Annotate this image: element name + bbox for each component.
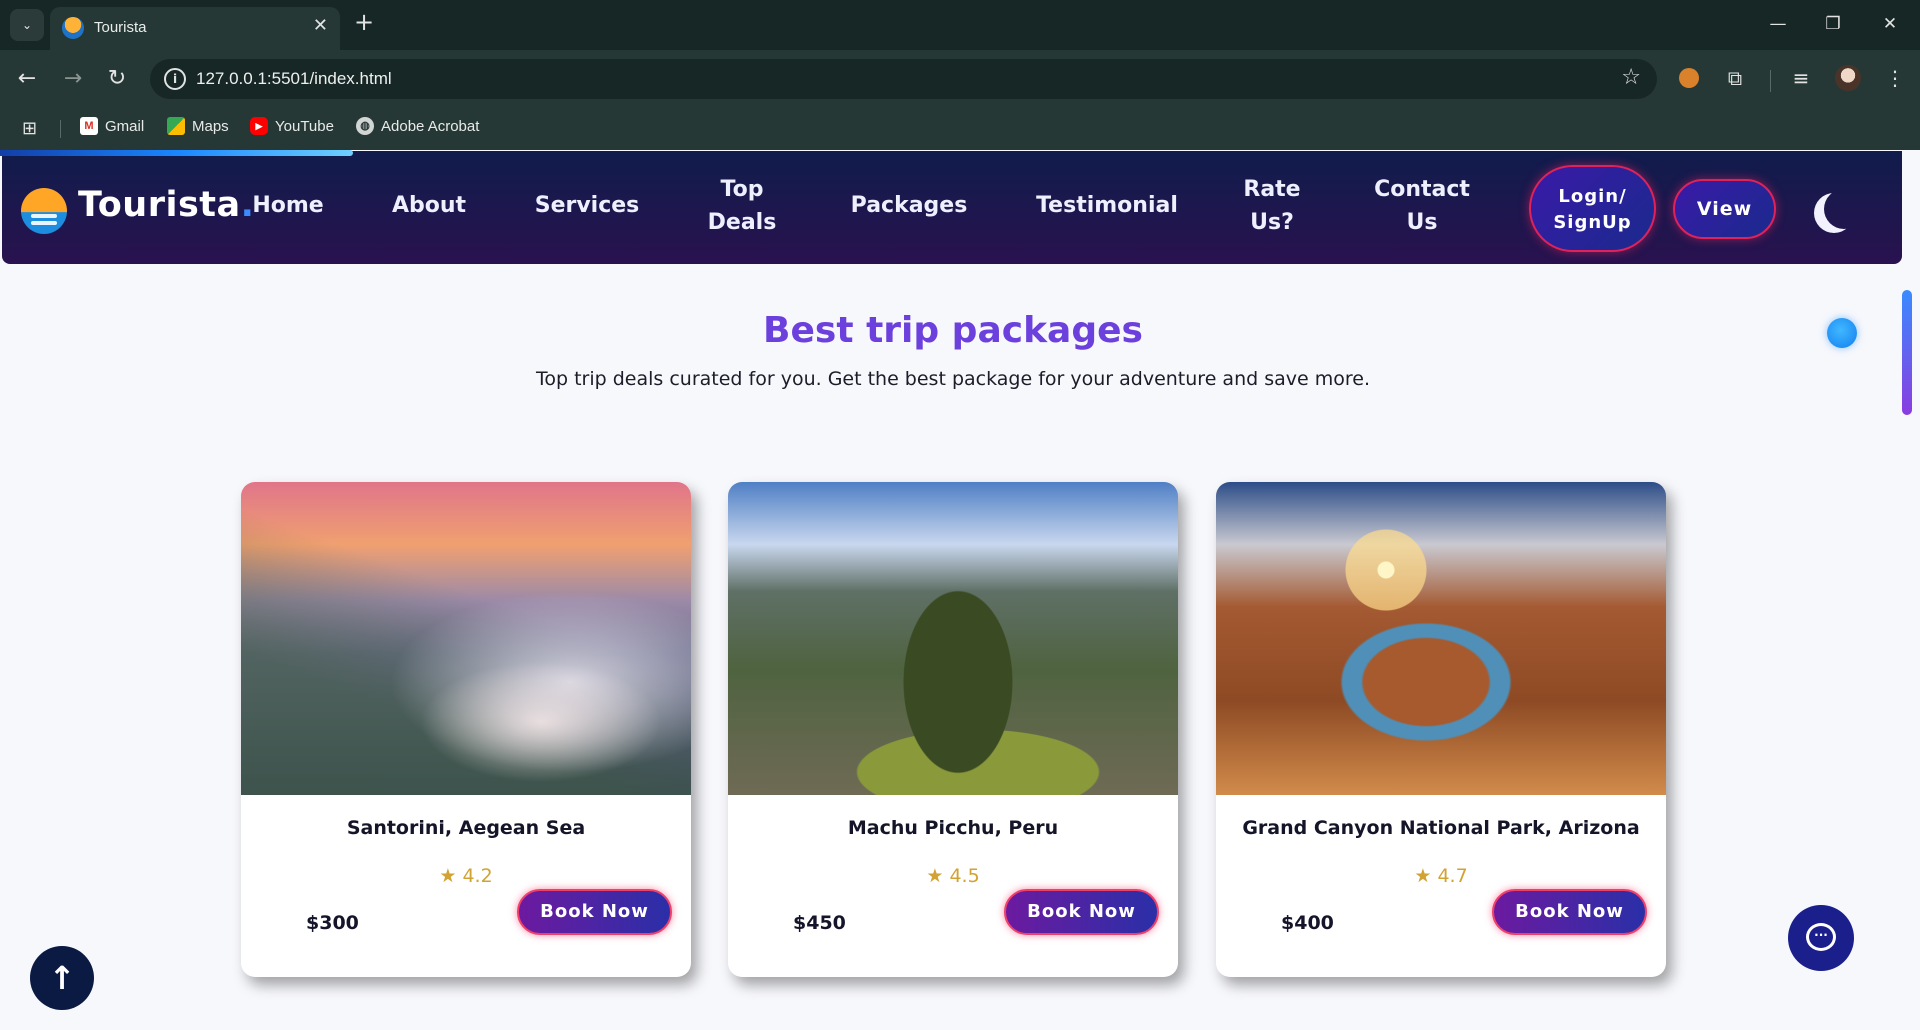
favicon-icon	[62, 17, 84, 39]
section-title: Best trip packages	[763, 310, 1143, 351]
scroll-to-top-button[interactable]: ↑	[30, 946, 94, 1010]
plus-icon[interactable]: +	[354, 8, 374, 36]
package-name: Santorini, Aegean Sea	[346, 817, 586, 839]
forward-icon[interactable]: →	[60, 66, 86, 92]
nav-link-services[interactable]: Services	[523, 189, 651, 222]
nav-link-packages[interactable]: Packages	[839, 189, 979, 222]
logo-icon[interactable]	[21, 188, 67, 234]
globe-icon: ◍	[356, 117, 374, 135]
brand-name: Tourista	[78, 185, 241, 225]
nav-link-home[interactable]: Home	[238, 189, 338, 222]
nav-link-testimonial[interactable]: Testimonial	[1027, 189, 1187, 222]
kebab-menu-icon[interactable]: ⋮	[1880, 63, 1910, 93]
chat-button[interactable]: ···	[1788, 905, 1854, 971]
nav-link-contact-us[interactable]: Contact Us	[1362, 173, 1482, 239]
login-signup-button[interactable]: Login/ SignUp	[1529, 165, 1656, 252]
book-now-button[interactable]: Book Now	[1004, 889, 1159, 935]
site-navbar: Tourista. Home About Services Top Deals …	[2, 151, 1902, 264]
package-price: $450	[793, 912, 846, 934]
moon-icon[interactable]	[1824, 189, 1864, 229]
brand-logo[interactable]: Tourista.	[78, 185, 254, 225]
tab-search-button[interactable]: ⌄	[10, 9, 44, 41]
url-text[interactable]: 127.0.0.1:5501/index.html	[196, 69, 392, 89]
restore-icon[interactable]: ❐	[1813, 10, 1853, 38]
bookmark-label: YouTube	[275, 117, 334, 135]
package-rating: ★ 4.7	[1216, 865, 1666, 887]
reload-icon[interactable]: ↻	[104, 66, 130, 92]
close-icon[interactable]: ✕	[313, 15, 328, 36]
toolbar-divider	[1770, 70, 1771, 92]
media-icon[interactable]: ≡	[1786, 63, 1816, 93]
package-card: Santorini, Aegean Sea ★ 4.2 $300 Book No…	[241, 482, 691, 977]
browser-toolbar: ← → ↻ i 127.0.0.1:5501/index.html ☆ ⧉ ≡ …	[0, 50, 1920, 107]
scrollbar-thumb[interactable]	[1902, 290, 1912, 415]
nav-link-top-deals[interactable]: Top Deals	[692, 173, 792, 239]
apps-grid-icon[interactable]: ⊞	[22, 118, 37, 139]
gmail-icon: M	[80, 117, 98, 135]
bookmarks-divider	[60, 120, 61, 138]
puzzle-icon[interactable]: ⧉	[1720, 63, 1750, 93]
browser-tabstrip: ⌄ Tourista ✕ + — ❐ ✕	[0, 0, 1920, 50]
rating-value: 4.2	[462, 865, 493, 887]
tab-title: Tourista	[94, 19, 147, 36]
book-now-button[interactable]: Book Now	[1492, 889, 1647, 935]
star-icon[interactable]: ☆	[1621, 65, 1641, 90]
bookmark-label: Maps	[192, 117, 229, 135]
cookie-extension-icon[interactable]	[1674, 63, 1704, 93]
profile-avatar[interactable]	[1833, 63, 1863, 93]
cursor-follower-dot	[1827, 318, 1857, 348]
package-rating: ★ 4.2	[241, 865, 691, 887]
package-image	[241, 482, 691, 795]
bookmark-maps[interactable]: Maps	[167, 117, 229, 135]
address-bar[interactable]: i 127.0.0.1:5501/index.html ☆	[150, 59, 1657, 99]
chat-icon: ···	[1806, 923, 1836, 951]
window-close-icon[interactable]: ✕	[1870, 10, 1910, 38]
nav-link-rate-us[interactable]: Rate Us?	[1232, 173, 1312, 239]
page-viewport: Tourista. Home About Services Top Deals …	[0, 150, 1920, 1030]
section-subtitle: Top trip deals curated for you. Get the …	[536, 368, 1370, 390]
browser-tab[interactable]: Tourista ✕	[50, 7, 340, 50]
bookmark-gmail[interactable]: M Gmail	[80, 117, 144, 135]
minimize-icon[interactable]: —	[1758, 10, 1798, 38]
bookmark-adobe-acrobat[interactable]: ◍ Adobe Acrobat	[356, 117, 479, 135]
rating-value: 4.7	[1437, 865, 1468, 887]
star-icon: ★	[439, 865, 457, 887]
package-rating: ★ 4.5	[728, 865, 1178, 887]
package-image	[1216, 482, 1666, 795]
bookmarks-bar: ⊞ M Gmail Maps ▶ YouTube ◍ Adobe Acrobat	[0, 107, 1920, 150]
package-price: $300	[306, 912, 359, 934]
maps-icon	[167, 117, 185, 135]
package-card: Machu Picchu, Peru ★ 4.5 $450 Book Now	[728, 482, 1178, 977]
bookmark-label: Gmail	[105, 117, 145, 135]
bookmark-label: Adobe Acrobat	[381, 117, 480, 135]
nav-link-about[interactable]: About	[374, 189, 484, 222]
book-now-button[interactable]: Book Now	[517, 889, 672, 935]
youtube-icon: ▶	[250, 117, 268, 135]
package-image	[728, 482, 1178, 795]
view-button[interactable]: View	[1673, 179, 1776, 239]
package-name: Grand Canyon National Park, Arizona	[1242, 817, 1640, 839]
star-icon: ★	[1414, 865, 1432, 887]
bookmark-youtube[interactable]: ▶ YouTube	[250, 117, 334, 135]
package-price: $400	[1281, 912, 1334, 934]
rating-value: 4.5	[949, 865, 980, 887]
back-icon[interactable]: ←	[14, 66, 40, 92]
package-name: Machu Picchu, Peru	[847, 817, 1059, 839]
arrow-up-icon: ↑	[48, 959, 76, 997]
site-info-icon[interactable]: i	[164, 68, 186, 90]
package-card: Grand Canyon National Park, Arizona ★ 4.…	[1216, 482, 1666, 977]
scroll-progress-bar	[0, 150, 353, 156]
star-icon: ★	[926, 865, 944, 887]
